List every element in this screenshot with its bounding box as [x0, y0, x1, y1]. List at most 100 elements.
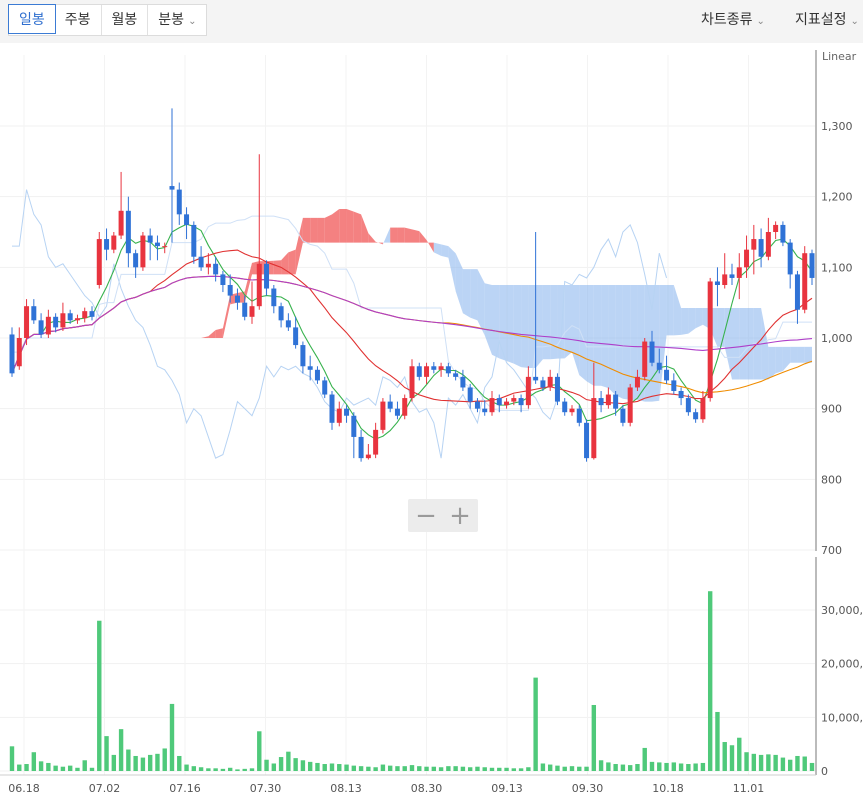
- ichimoku-cloud-up: [390, 227, 398, 243]
- candle-body: [154, 242, 160, 247]
- ichimoku-cloud-up: [222, 294, 231, 338]
- candle-body: [220, 274, 226, 285]
- ichimoku-cloud-down: [462, 269, 471, 318]
- volume-bar: [424, 766, 429, 771]
- volume-bar: [46, 762, 51, 771]
- tab-weekly[interactable]: 주봉: [55, 5, 102, 35]
- candle-body: [285, 320, 291, 328]
- volume-bar: [97, 620, 102, 771]
- ichimoku-cloud-down: [775, 346, 783, 374]
- ichimoku-cloud-up: [310, 217, 318, 243]
- volume-bar: [475, 766, 480, 771]
- volume-bar: [329, 763, 335, 771]
- candle-body: [140, 235, 146, 268]
- ichimoku-cloud-up: [412, 229, 420, 243]
- ichimoku-cloud-down: [695, 307, 703, 329]
- volume-bar: [453, 766, 458, 771]
- candle-body: [74, 318, 80, 321]
- candle-body: [729, 274, 735, 278]
- candle-body: [322, 380, 328, 395]
- candle-body: [373, 429, 379, 455]
- tab-daily[interactable]: 일봉: [8, 4, 56, 34]
- volume-bar: [547, 764, 553, 771]
- volume-bar: [75, 767, 80, 771]
- volume-bar: [460, 766, 466, 771]
- volume-bar: [598, 760, 604, 771]
- ichimoku-cloud-up: [375, 241, 383, 245]
- volume-bar: [300, 760, 306, 771]
- volume-bar: [118, 729, 124, 771]
- volume-bar: [169, 703, 175, 771]
- candle-body: [707, 281, 713, 399]
- volume-bar: [555, 765, 560, 771]
- date-tick-label: 07.02: [89, 782, 121, 795]
- candle-body: [38, 320, 44, 335]
- ichimoku-cloud-down: [608, 285, 616, 396]
- candle-body: [45, 316, 51, 335]
- ichimoku-cloud-down: [521, 285, 529, 369]
- volume-bar: [322, 764, 327, 771]
- price-tick-label: 900: [821, 403, 842, 416]
- ichimoku-cloud-down: [572, 285, 580, 376]
- ichimoku-cloud-down: [535, 285, 543, 369]
- period-tabs: 일봉 주봉 월봉 분봉 ⌄: [8, 4, 208, 36]
- volume-bar: [380, 764, 386, 771]
- volume-bar: [766, 754, 771, 771]
- volume-tick-label: 30,000,000: [821, 604, 863, 617]
- ichimoku-cloud-down: [448, 246, 456, 292]
- volume-bar: [409, 765, 415, 771]
- volume-bar: [577, 766, 582, 771]
- ichimoku-cloud-up: [346, 209, 354, 243]
- volume-bar: [264, 759, 269, 771]
- ichimoku-cloud-down: [790, 346, 798, 363]
- ichimoku-cloud-down: [477, 269, 485, 336]
- candle-body: [307, 366, 313, 370]
- candle-body: [554, 376, 560, 402]
- ichimoku-cloud-down: [782, 346, 791, 372]
- chart-type-dropdown[interactable]: 차트종류 ⌄: [701, 9, 765, 29]
- date-tick-label: 08.13: [330, 782, 362, 795]
- volume-bar: [67, 765, 73, 771]
- candle-body: [16, 338, 22, 367]
- ichimoku-cloud-up: [361, 214, 369, 243]
- candle-body: [627, 387, 633, 423]
- scale-mode-label: Linear: [822, 50, 857, 63]
- date-tick-label: 07.16: [169, 782, 201, 795]
- candle-body: [787, 242, 793, 275]
- volume-bar: [613, 764, 618, 771]
- candle-body: [351, 415, 357, 437]
- tab-monthly[interactable]: 월봉: [102, 5, 149, 35]
- candle-body: [438, 366, 444, 370]
- chevron-down-icon: ⌄: [188, 16, 197, 27]
- volume-bar: [307, 761, 313, 771]
- candle-body: [205, 263, 211, 268]
- volume-bar: [562, 766, 567, 771]
- volume-bar: [518, 768, 524, 771]
- volume-bar: [60, 766, 66, 771]
- candle-body: [111, 235, 117, 250]
- ichimoku-cloud-down: [441, 244, 449, 258]
- volume-bar: [140, 757, 146, 771]
- volume-bar: [213, 768, 218, 771]
- candle-body: [162, 246, 168, 248]
- volume-bar: [431, 766, 437, 771]
- candle-body: [293, 327, 299, 346]
- candle-body: [598, 398, 604, 406]
- volume-bar: [89, 767, 95, 771]
- price-tick-label: 800: [821, 473, 842, 486]
- candle-body: [649, 341, 655, 363]
- volume-bar: [657, 762, 662, 771]
- zoom-out-button[interactable]: −: [415, 501, 437, 531]
- indicator-settings-dropdown[interactable]: 지표설정 ⌄: [795, 9, 859, 29]
- tab-minute[interactable]: 분봉 ⌄: [148, 5, 206, 35]
- candle-body: [540, 380, 546, 388]
- volume-bar: [606, 762, 611, 771]
- volume-bar: [707, 591, 713, 771]
- stock-chart[interactable]: Linear 1,300 1,200 1,100 1,000 900 800 700 30,00…: [0, 43, 863, 799]
- candle-body: [525, 376, 531, 406]
- tab-minute-label: 분봉: [158, 12, 185, 28]
- zoom-in-button[interactable]: +: [449, 501, 471, 531]
- ichimoku-cloud-down: [717, 307, 725, 347]
- price-tick-label: 1,000: [821, 332, 853, 345]
- candle-body: [242, 302, 248, 317]
